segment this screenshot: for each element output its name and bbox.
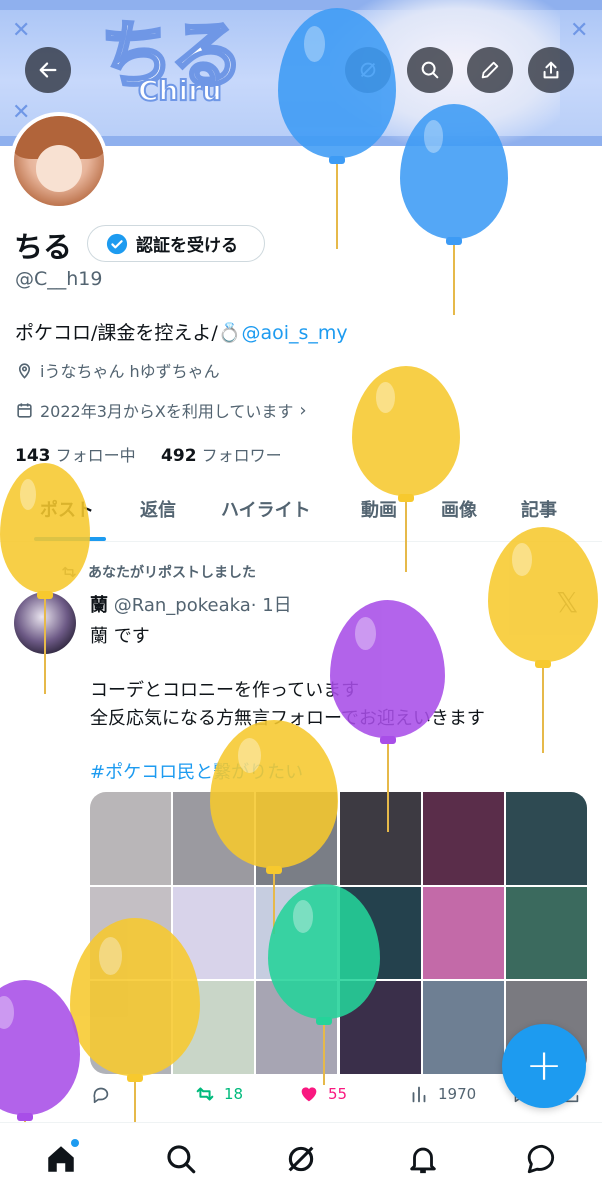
grok-icon	[288, 1146, 314, 1172]
post-author-handle: @Ran_pokeaka	[113, 595, 251, 616]
views-chart-icon	[412, 1086, 426, 1103]
share-button[interactable]	[528, 47, 574, 93]
location-pin-icon	[18, 362, 31, 379]
share-icon	[543, 61, 559, 79]
repost-note-text: あなたがリポストしました	[88, 565, 256, 581]
nav-search[interactable]	[159, 1137, 203, 1181]
nav-home[interactable]	[39, 1137, 83, 1181]
banner-x-decoration: ✕	[570, 18, 589, 43]
post-text-line: 蘭 です	[90, 626, 150, 647]
edit-button[interactable]	[467, 47, 513, 93]
verify-label: 認証を受ける	[136, 236, 238, 256]
balloon-decoration	[278, 8, 396, 253]
chevron-right-icon: ›	[299, 399, 307, 421]
bio-text: ポケコロ/課金を控えよ/💍	[15, 322, 242, 344]
followers-count: 492	[161, 446, 197, 466]
profile-joined[interactable]: 2022年3月からXを利用しています ›	[15, 398, 307, 422]
followers-link[interactable]: 492 フォロワー	[161, 446, 282, 466]
balloon-decoration	[70, 918, 200, 1126]
notification-dot	[71, 1139, 79, 1147]
search-icon	[167, 1145, 196, 1174]
messages-icon	[527, 1144, 555, 1174]
balloon-decoration	[352, 366, 460, 576]
edit-icon	[481, 61, 499, 79]
banner-x-decoration: ✕	[12, 18, 31, 43]
verified-badge-icon	[106, 233, 128, 254]
banner-logo-sub: Chiru	[137, 73, 223, 108]
followers-label: フォロワー	[201, 446, 282, 465]
nav-grok[interactable]	[279, 1137, 323, 1181]
location-text: iうなちゃん hゆずちゃん	[40, 362, 220, 381]
post-time: · 1日	[250, 595, 292, 616]
tab-articles[interactable]: 記事	[521, 496, 557, 522]
joined-text: 2022年3月からXを利用しています	[40, 402, 294, 421]
post-header[interactable]: 蘭 @Ran_pokeaka· 1日	[90, 591, 292, 617]
back-button[interactable]	[25, 47, 71, 93]
balloon-decoration	[330, 600, 445, 836]
search-button[interactable]	[407, 47, 453, 93]
plus-icon: +	[525, 1040, 563, 1091]
profile-name: ちる	[14, 230, 73, 264]
bottom-nav	[0, 1122, 602, 1199]
nav-notifications[interactable]	[401, 1137, 445, 1181]
home-icon	[48, 1146, 74, 1172]
back-arrow-icon	[39, 62, 57, 78]
view-count: 1970	[438, 1085, 477, 1103]
calendar-icon	[17, 402, 32, 418]
verify-button[interactable]: 認証を受ける	[87, 225, 265, 262]
retweet-count: 18	[224, 1085, 244, 1103]
post-text-line: コーデとコロニーを作っています	[90, 680, 360, 701]
balloon-decoration	[0, 463, 90, 698]
balloon-decoration	[488, 527, 598, 757]
nav-messages[interactable]	[520, 1137, 564, 1181]
views-button[interactable]: 1970	[408, 1083, 476, 1105]
compose-button[interactable]: +	[502, 1024, 586, 1108]
profile-location: iうなちゃん hゆずちゃん	[15, 358, 220, 382]
balloon-decoration	[268, 884, 380, 1089]
profile-avatar[interactable]	[10, 112, 108, 210]
tab-replies[interactable]: 返信	[140, 496, 176, 522]
post-author-name: 蘭	[90, 595, 108, 616]
profile-handle: @C__h19	[15, 268, 103, 290]
search-icon	[421, 61, 439, 79]
profile-bio: ポケコロ/課金を控えよ/💍@aoi_s_my	[15, 318, 348, 345]
bio-mention-link[interactable]: @aoi_s_my	[241, 322, 347, 344]
retweet-button[interactable]: 18	[194, 1083, 243, 1105]
bell-icon	[410, 1147, 436, 1174]
tab-highlights[interactable]: ハイライト	[221, 496, 311, 522]
balloon-decoration	[400, 104, 508, 319]
